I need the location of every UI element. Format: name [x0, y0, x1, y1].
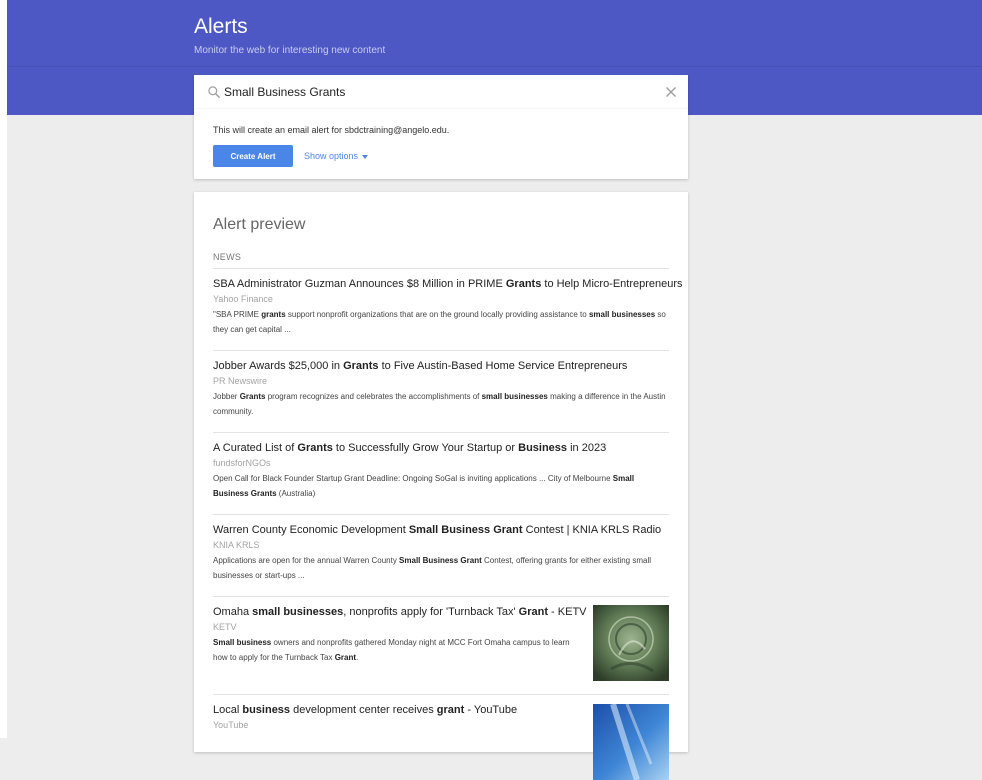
divider [213, 268, 669, 269]
close-icon[interactable] [664, 85, 678, 99]
highlighted-keyword: business [242, 704, 291, 716]
news-item-thumbnail[interactable] [593, 605, 669, 681]
text-segment: - YouTube [464, 704, 518, 716]
highlighted-keyword: Grants [239, 392, 266, 401]
divider [213, 694, 669, 695]
text-segment: to Successfully Grow Your Startup or [332, 442, 519, 454]
divider [213, 596, 669, 597]
news-section-label: NEWS [213, 252, 242, 262]
news-item-title[interactable]: SBA Administrator Guzman Announces $8 Mi… [213, 278, 683, 291]
highlighted-keyword: Grant [334, 653, 357, 662]
news-item-source: KNIA KRLS [213, 540, 260, 550]
text-segment: Warren County Economic Development [213, 524, 409, 536]
news-item: Omaha small businesses, nonprofits apply… [213, 606, 587, 665]
create-alert-panel: This will create an email alert for sbdc… [194, 109, 688, 179]
text-segment: SBA Administrator Guzman Announces $8 Mi… [213, 278, 506, 290]
create-alert-button[interactable]: Create Alert [213, 145, 293, 167]
header-divider [7, 66, 982, 67]
divider [213, 350, 669, 351]
news-item: A Curated List of Grants to Successfully… [213, 442, 669, 501]
text-segment: Jobber [213, 392, 240, 401]
news-item-title[interactable]: Local business development center receiv… [213, 704, 573, 717]
news-item-title[interactable]: A Curated List of Grants to Successfully… [213, 442, 669, 455]
highlighted-keyword: Grant [518, 606, 548, 618]
highlighted-keyword: Small Business Grant [408, 524, 523, 536]
highlighted-keyword: Small Business Grant [399, 556, 482, 565]
text-segment: Local [213, 704, 243, 716]
highlighted-keyword: small businesses [481, 392, 548, 401]
search-bar [194, 75, 688, 109]
currency-engraving-thumbnail [593, 605, 669, 681]
text-segment: in 2023 [567, 442, 607, 454]
highlighted-keyword: small businesses [252, 606, 344, 618]
highlighted-keyword: grants [261, 310, 286, 319]
show-options-label: Show options [304, 151, 359, 161]
highlighted-keyword: Grants [297, 442, 333, 454]
highlighted-keyword: Grants [343, 360, 379, 372]
text-segment: - KETV [548, 606, 587, 618]
highlighted-keyword: Small business [213, 638, 272, 647]
news-item: Warren County Economic Development Small… [213, 524, 669, 583]
text-segment: , nonprofits apply for 'Turnback Tax' [343, 606, 519, 618]
news-item-source: KETV [213, 622, 237, 632]
news-item: Jobber Awards $25,000 in Grants to Five … [213, 360, 669, 419]
news-item-snippet: "SBA PRIME grants support nonprofit orga… [213, 307, 669, 337]
highlighted-keyword: grant [436, 704, 465, 716]
search-input[interactable] [224, 82, 644, 102]
news-item-snippet: Open Call for Black Founder Startup Gran… [213, 471, 669, 501]
news-item: Local business development center receiv… [213, 704, 573, 733]
news-item-source: fundsforNGOs [213, 458, 271, 468]
text-segment: Applications are open for the annual War… [213, 556, 400, 565]
text-segment: . [356, 653, 359, 662]
text-segment: support nonprofit organizations that are… [285, 310, 589, 319]
news-item-source: YouTube [213, 720, 249, 730]
news-item-snippet: Applications are open for the annual War… [213, 553, 669, 583]
text-segment: to Help Micro-Entrepreneurs [541, 278, 683, 290]
video-thumbnail [593, 704, 669, 780]
search-icon [208, 86, 220, 98]
text-segment: Omaha [213, 606, 253, 618]
text-segment: (Australia) [276, 489, 316, 498]
text-segment: "SBA PRIME [213, 310, 262, 319]
text-segment: Jobber Awards $25,000 in [213, 360, 344, 372]
text-segment: A Curated List of [213, 442, 298, 454]
divider [213, 514, 669, 515]
news-item-title[interactable]: Jobber Awards $25,000 in Grants to Five … [213, 360, 669, 373]
news-item-snippet: Small business owners and nonprofits gat… [213, 635, 573, 665]
alert-preview-heading: Alert preview [213, 216, 306, 233]
alert-preview-panel: Alert preview NEWS SBA Administrator Guz… [194, 192, 688, 780]
text-segment: program recognizes and celebrates the ac… [265, 392, 482, 401]
highlighted-keyword: small businesses [588, 310, 656, 319]
divider [213, 432, 669, 433]
text-segment: Contest | KNIA KRLS Radio [522, 524, 662, 536]
show-options-link[interactable]: Show options [304, 151, 369, 161]
highlighted-keyword: Grants [505, 278, 542, 290]
news-item-thumbnail[interactable] [593, 704, 669, 780]
page-title: Alerts [194, 15, 248, 38]
text-segment: development center receives [290, 704, 437, 716]
highlighted-keyword: Business [518, 442, 568, 454]
chevron-down-icon [362, 154, 369, 159]
news-item-source: PR Newswire [213, 376, 268, 386]
news-item-snippet: Jobber Grants program recognizes and cel… [213, 389, 669, 419]
news-item-title[interactable]: Omaha small businesses, nonprofits apply… [213, 606, 587, 619]
page-subtitle: Monitor the web for interesting new cont… [194, 45, 386, 56]
create-alert-note: This will create an email alert for sbdc… [213, 125, 450, 135]
news-item: SBA Administrator Guzman Announces $8 Mi… [213, 278, 683, 337]
news-item-title[interactable]: Warren County Economic Development Small… [213, 524, 669, 537]
text-segment: to Five Austin-Based Home Service Entrep… [378, 360, 628, 372]
text-segment: Open Call for Black Founder Startup Gran… [213, 474, 613, 483]
news-item-source: Yahoo Finance [213, 294, 273, 304]
window-edge [0, 0, 7, 738]
